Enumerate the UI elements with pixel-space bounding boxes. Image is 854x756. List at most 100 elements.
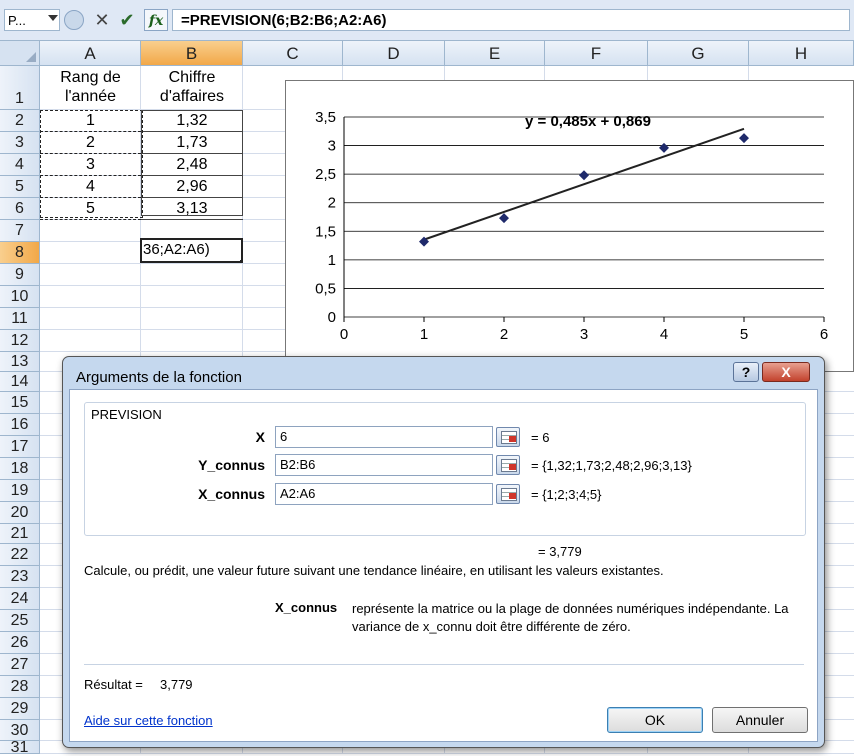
column-header-e[interactable]: E [445,41,545,66]
chevron-down-icon[interactable] [48,15,58,21]
fill-handle[interactable] [240,260,241,261]
column-header-c[interactable]: C [243,41,343,66]
formula-bar-handle-icon[interactable] [64,10,84,30]
y-tick-label: 2 [328,195,336,212]
row-header-10[interactable]: 10 [0,286,40,308]
column-header-g[interactable]: G [648,41,749,66]
row-header-15[interactable]: 15 [0,392,40,414]
row-header-9[interactable]: 9 [0,264,40,286]
x-tick-label: 1 [420,326,428,343]
range-picker-icon[interactable] [496,484,520,504]
arg-field-x[interactable]: 6 [275,426,493,448]
arg-result-y-connus: = {1,32;1,73;2,48;2,96;3,13} [531,458,692,473]
argument-name: X_connus [275,600,338,615]
arg-label-x-connus: X_connus [198,486,265,502]
row-header-14[interactable]: 14 [0,372,40,392]
help-link[interactable]: Aide sur cette fonction [84,713,213,728]
y-tick-label: 1,5 [315,223,336,240]
row-header-13[interactable]: 13 [0,352,40,372]
row-header-7[interactable]: 7 [0,220,40,242]
row-header-8[interactable]: 8 [0,242,40,264]
cell-b8-editing[interactable]: 36;A2:A6) [140,238,243,263]
arg-field-x-connus[interactable]: A2:A6 [275,483,493,505]
row-header-20[interactable]: 20 [0,502,40,524]
column-header-d[interactable]: D [343,41,445,66]
row-header-17[interactable]: 17 [0,436,40,458]
revenue-range-border [141,110,243,216]
arg-label-x: X [255,429,265,445]
row-header-1[interactable]: 1 [0,66,40,110]
row-header-23[interactable]: 23 [0,566,40,588]
row-header-21[interactable]: 21 [0,524,40,544]
dialog-title: Arguments de la fonction [76,369,242,386]
row-header-25[interactable]: 25 [0,610,40,632]
cell-b1[interactable]: Chiffre d'affaires [141,68,243,106]
close-button[interactable]: X [762,362,810,382]
scatter-chart[interactable]: 0 0,5 1 1,5 2 2,5 3 3,5 0 1 2 3 4 5 6 y = 0,485x + 0,86… [285,80,854,372]
row-header-16[interactable]: 16 [0,414,40,436]
header-revenue-line1: Chiffre [168,69,216,86]
help-button[interactable]: ? [733,362,759,382]
x-tick-label: 4 [660,326,668,343]
function-name: PREVISION [91,407,162,422]
function-group: PREVISION X 6 = 6 Y_connus B2:B6 = {1,32… [84,402,806,536]
row-header-30[interactable]: 30 [0,720,40,741]
arg-label-y-connus: Y_connus [198,457,265,473]
data-point [659,142,669,153]
range-picker-icon[interactable] [496,455,520,475]
column-header-h[interactable]: H [749,41,854,66]
column-headers: A B C D E F G H [0,41,854,66]
arg-result-x-connus: = {1;2;3;4;5} [531,487,602,502]
x-tick-label: 0 [340,326,348,343]
y-tick-label: 3,5 [315,109,336,126]
x-tick-label: 6 [820,326,828,343]
y-tick-label: 0 [328,309,336,326]
dialog-separator [84,664,804,665]
row-header-12[interactable]: 12 [0,330,40,352]
column-header-b[interactable]: B [141,41,243,66]
ok-button[interactable]: OK [607,707,703,733]
row-header-29[interactable]: 29 [0,698,40,720]
trendline-equation: y = 0,485x + 0,869 [525,113,651,130]
row-header-2[interactable]: 2 [0,110,40,132]
cell-b8-text: 36;A2:A6) [143,241,210,258]
formula-input[interactable]: =PREVISION(6;B2:B6;A2:A6) [172,9,850,31]
chart-svg: 0 0,5 1 1,5 2 2,5 3 3,5 0 1 2 3 4 5 6 y = 0,485x + 0,86… [315,109,828,343]
row-header-4[interactable]: 4 [0,154,40,176]
y-tick-label: 1 [328,252,336,269]
row-header-18[interactable]: 18 [0,458,40,480]
formula-bar: P... ✕ ✔ fx =PREVISION(6;B2:B6;A2:A6) [0,0,854,41]
range-picker-icon[interactable] [496,427,520,447]
copy-marquee [40,110,143,218]
cell-a1[interactable]: Rang de l'année [40,68,141,106]
row-header-5[interactable]: 5 [0,176,40,198]
enter-entry-icon[interactable]: ✔ [116,9,138,31]
row-header-27[interactable]: 27 [0,654,40,676]
row-header-3[interactable]: 3 [0,132,40,154]
insert-function-button[interactable]: fx [144,9,168,31]
row-header-19[interactable]: 19 [0,480,40,502]
result-value: 3,779 [160,677,193,692]
row-header-31[interactable]: 31 [0,740,40,756]
data-point [499,213,509,224]
name-box-text: P... [8,13,26,28]
x-tick-label: 5 [740,326,748,343]
cancel-button[interactable]: Annuler [712,707,808,733]
row-header-28[interactable]: 28 [0,676,40,698]
column-header-a[interactable]: A [40,41,141,66]
cancel-entry-icon[interactable]: ✕ [92,9,112,31]
y-tick-label: 0,5 [315,280,336,297]
arg-field-y-connus[interactable]: B2:B6 [275,454,493,476]
row-header-22[interactable]: 22 [0,544,40,566]
row-header-6[interactable]: 6 [0,198,40,220]
x-tick-label: 3 [580,326,588,343]
header-rank-line1: Rang de [60,69,121,86]
function-result: = 3,779 [538,544,582,559]
header-revenue-line2: d'affaires [159,88,225,105]
row-header-11[interactable]: 11 [0,308,40,330]
row-header-26[interactable]: 26 [0,632,40,654]
row-header-24[interactable]: 24 [0,588,40,610]
y-tick-label: 3 [328,138,336,155]
column-header-f[interactable]: F [545,41,648,66]
data-point [739,133,749,144]
